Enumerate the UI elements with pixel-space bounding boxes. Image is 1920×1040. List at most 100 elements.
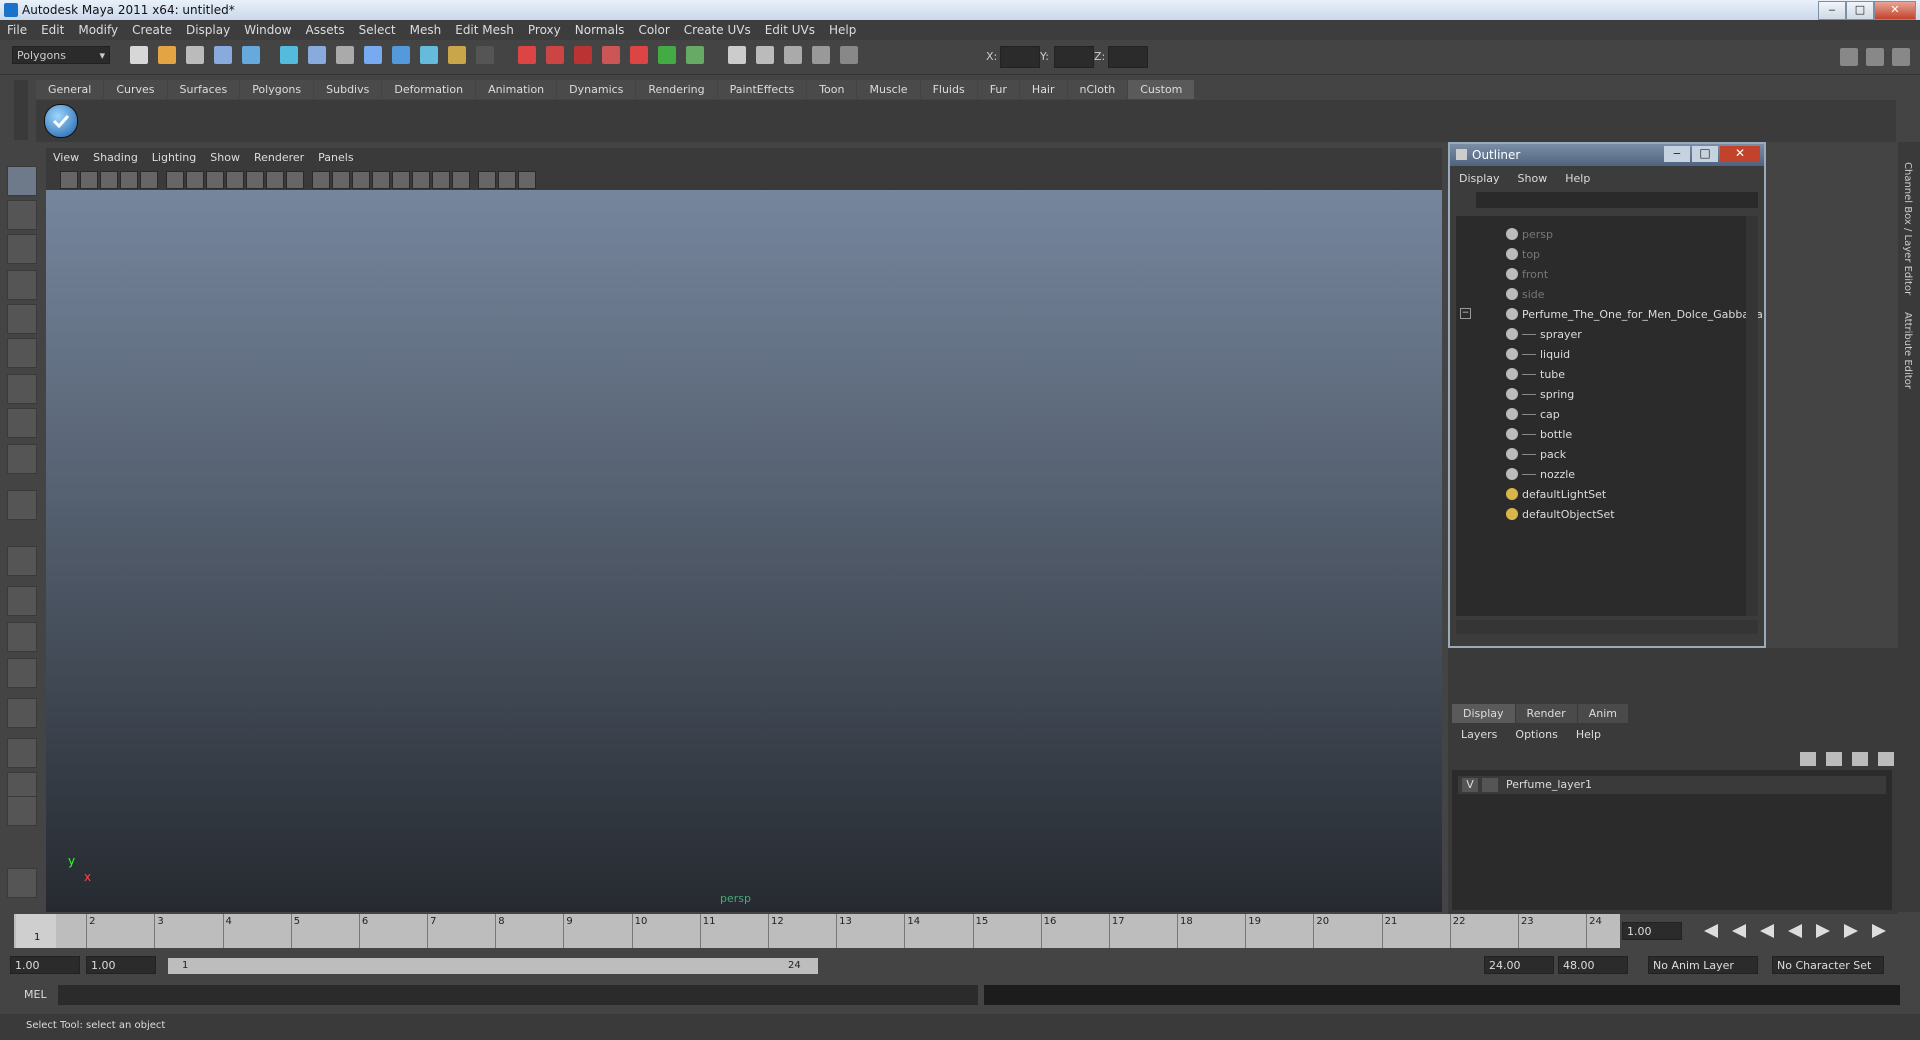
grid-toggle-icon[interactable] [166, 171, 184, 189]
outliner-item-liquid[interactable]: liquid [1456, 344, 1746, 364]
shelf-tab-surfaces[interactable]: Surfaces [167, 80, 240, 99]
layer-menu-help[interactable]: Help [1567, 726, 1610, 743]
four-view-layout-icon[interactable] [7, 586, 37, 616]
open-scene-icon[interactable] [158, 46, 176, 64]
gate-mask-icon[interactable] [226, 171, 244, 189]
viewport-persp[interactable] [46, 148, 1442, 912]
shelf-tab-toon[interactable]: Toon [807, 80, 857, 99]
menu-edit-uvs[interactable]: Edit UVs [758, 20, 822, 37]
outliner-item-persp[interactable]: persp [1456, 224, 1746, 244]
help-icon[interactable] [448, 46, 466, 64]
menu-modify[interactable]: Modify [71, 20, 125, 37]
move-down-layer-icon[interactable] [1878, 752, 1894, 766]
new-scene-icon[interactable] [130, 46, 148, 64]
command-language-label[interactable]: MEL [24, 988, 47, 1001]
viewport-menu-panels[interactable]: Panels [311, 148, 360, 164]
menu-assets[interactable]: Assets [299, 20, 352, 37]
z-field[interactable] [1108, 46, 1148, 68]
soft-mod-tool-icon[interactable] [7, 408, 37, 438]
persp-graph-layout-icon[interactable] [7, 658, 37, 688]
snap-grid-icon[interactable] [308, 46, 326, 64]
select-hierarchy-icon[interactable] [214, 46, 232, 64]
settings-icon[interactable] [784, 46, 802, 64]
outliner-item-bottle[interactable]: bottle [1456, 424, 1746, 444]
bookmark-icon[interactable] [100, 171, 118, 189]
outliner-item-top[interactable]: top [1456, 244, 1746, 264]
2d-pan-icon[interactable] [140, 171, 158, 189]
shelf-tab-animation[interactable]: Animation [476, 80, 557, 99]
outliner-item-nozzle[interactable]: nozzle [1456, 464, 1746, 484]
xray-icon[interactable] [478, 171, 496, 189]
layer-tab-anim[interactable]: Anim [1577, 704, 1628, 723]
outliner-item-defaultobjectset[interactable]: defaultObjectSet [1456, 504, 1746, 524]
menu-select[interactable]: Select [352, 20, 403, 37]
output-icon[interactable] [686, 46, 704, 64]
viewport-menu-shading[interactable]: Shading [86, 148, 145, 164]
history-icon[interactable] [518, 46, 536, 64]
single-view-layout-icon[interactable] [7, 546, 37, 576]
outliner-maximize-button[interactable]: □ [1692, 146, 1718, 162]
menu-create-uvs[interactable]: Create UVs [677, 20, 758, 37]
step-back-icon[interactable] [1760, 924, 1774, 938]
layer-menu-layers[interactable]: Layers [1452, 726, 1506, 743]
outliner-search-input[interactable] [1476, 192, 1758, 208]
outliner-hscrollbar[interactable] [1456, 620, 1758, 634]
paint-select-tool-icon[interactable] [7, 234, 37, 264]
camera-icon[interactable] [728, 46, 746, 64]
layer-list[interactable]: V Perfume_layer1 [1452, 770, 1892, 910]
menu-create[interactable]: Create [125, 20, 179, 37]
menu-window[interactable]: Window [237, 20, 298, 37]
move-tool-icon[interactable] [7, 270, 37, 300]
shelf-grip[interactable] [14, 80, 28, 140]
skip-to-end-icon[interactable] [1872, 924, 1886, 938]
select-object-icon[interactable] [242, 46, 260, 64]
outliner-vscrollbar[interactable] [1746, 216, 1758, 616]
scale-tool-icon[interactable] [7, 338, 37, 368]
safe-title-icon[interactable] [286, 171, 304, 189]
shelf-tab-curves[interactable]: Curves [104, 80, 167, 99]
shelf-tab-hair[interactable]: Hair [1019, 80, 1067, 99]
viewport-menu-lighting[interactable]: Lighting [145, 148, 203, 164]
hypershade-layout-icon[interactable] [7, 698, 37, 728]
viewport-menu-renderer[interactable]: Renderer [247, 148, 311, 164]
check-icon[interactable] [44, 104, 78, 138]
layer-row[interactable]: V Perfume_layer1 [1458, 776, 1886, 794]
outliner-menu-show[interactable]: Show [1509, 170, 1557, 187]
hypershade-icon[interactable] [630, 46, 648, 64]
menu-edit-mesh[interactable]: Edit Mesh [448, 20, 521, 37]
outliner-window[interactable]: Outliner ‒ □ ✕ Display Show Help persp top f… [1448, 142, 1766, 648]
outliner-menu-help[interactable]: Help [1556, 170, 1599, 187]
maximize-button[interactable]: □ [1846, 1, 1874, 20]
new-layer-icon[interactable] [1800, 752, 1816, 766]
layer-tab-render[interactable]: Render [1515, 704, 1577, 723]
shelf-tab-ncloth[interactable]: nCloth [1067, 80, 1128, 99]
ipr-render-icon[interactable] [574, 46, 592, 64]
outliner-list[interactable]: persp top front side − Perfume_The_One_for_Me… [1456, 216, 1763, 616]
menu-help[interactable]: Help [822, 20, 863, 37]
play-back-icon[interactable] [1788, 924, 1802, 938]
play-forward-icon[interactable] [1816, 924, 1830, 938]
layer-type-toggle[interactable] [1482, 778, 1498, 792]
attribute-editor-tab[interactable]: Attribute Editor [1902, 312, 1913, 389]
snap-plane-icon[interactable] [392, 46, 410, 64]
start-range-field[interactable]: 1.00 [86, 956, 156, 974]
select-tool-icon[interactable] [7, 166, 37, 196]
outliner-item-perfume-the-one-for-men-dolce-gabbana[interactable]: − Perfume_The_One_for_Men_Dolce_Gabbana [1456, 304, 1763, 324]
outliner-item-front[interactable]: front [1456, 264, 1746, 284]
menu-display[interactable]: Display [179, 20, 237, 37]
shelf-tab-muscle[interactable]: Muscle [857, 80, 920, 99]
menu-mesh[interactable]: Mesh [403, 20, 449, 37]
menu-file[interactable]: File [0, 20, 34, 37]
skip-to-start-icon[interactable] [1704, 924, 1718, 938]
shelf-tab-custom[interactable]: Custom [1128, 80, 1195, 99]
step-back-key-icon[interactable] [1732, 924, 1746, 938]
outliner-item-tube[interactable]: tube [1456, 364, 1746, 384]
step-forward-key-icon[interactable] [1844, 924, 1858, 938]
use-lights-icon[interactable] [392, 171, 410, 189]
layout-options-icon[interactable] [7, 796, 37, 826]
menu-edit[interactable]: Edit [34, 20, 71, 37]
shelf-tab-fur[interactable]: Fur [977, 80, 1019, 99]
film-gate-icon[interactable] [186, 171, 204, 189]
layer-tab-display[interactable]: Display [1452, 704, 1515, 723]
render-icon[interactable] [546, 46, 564, 64]
